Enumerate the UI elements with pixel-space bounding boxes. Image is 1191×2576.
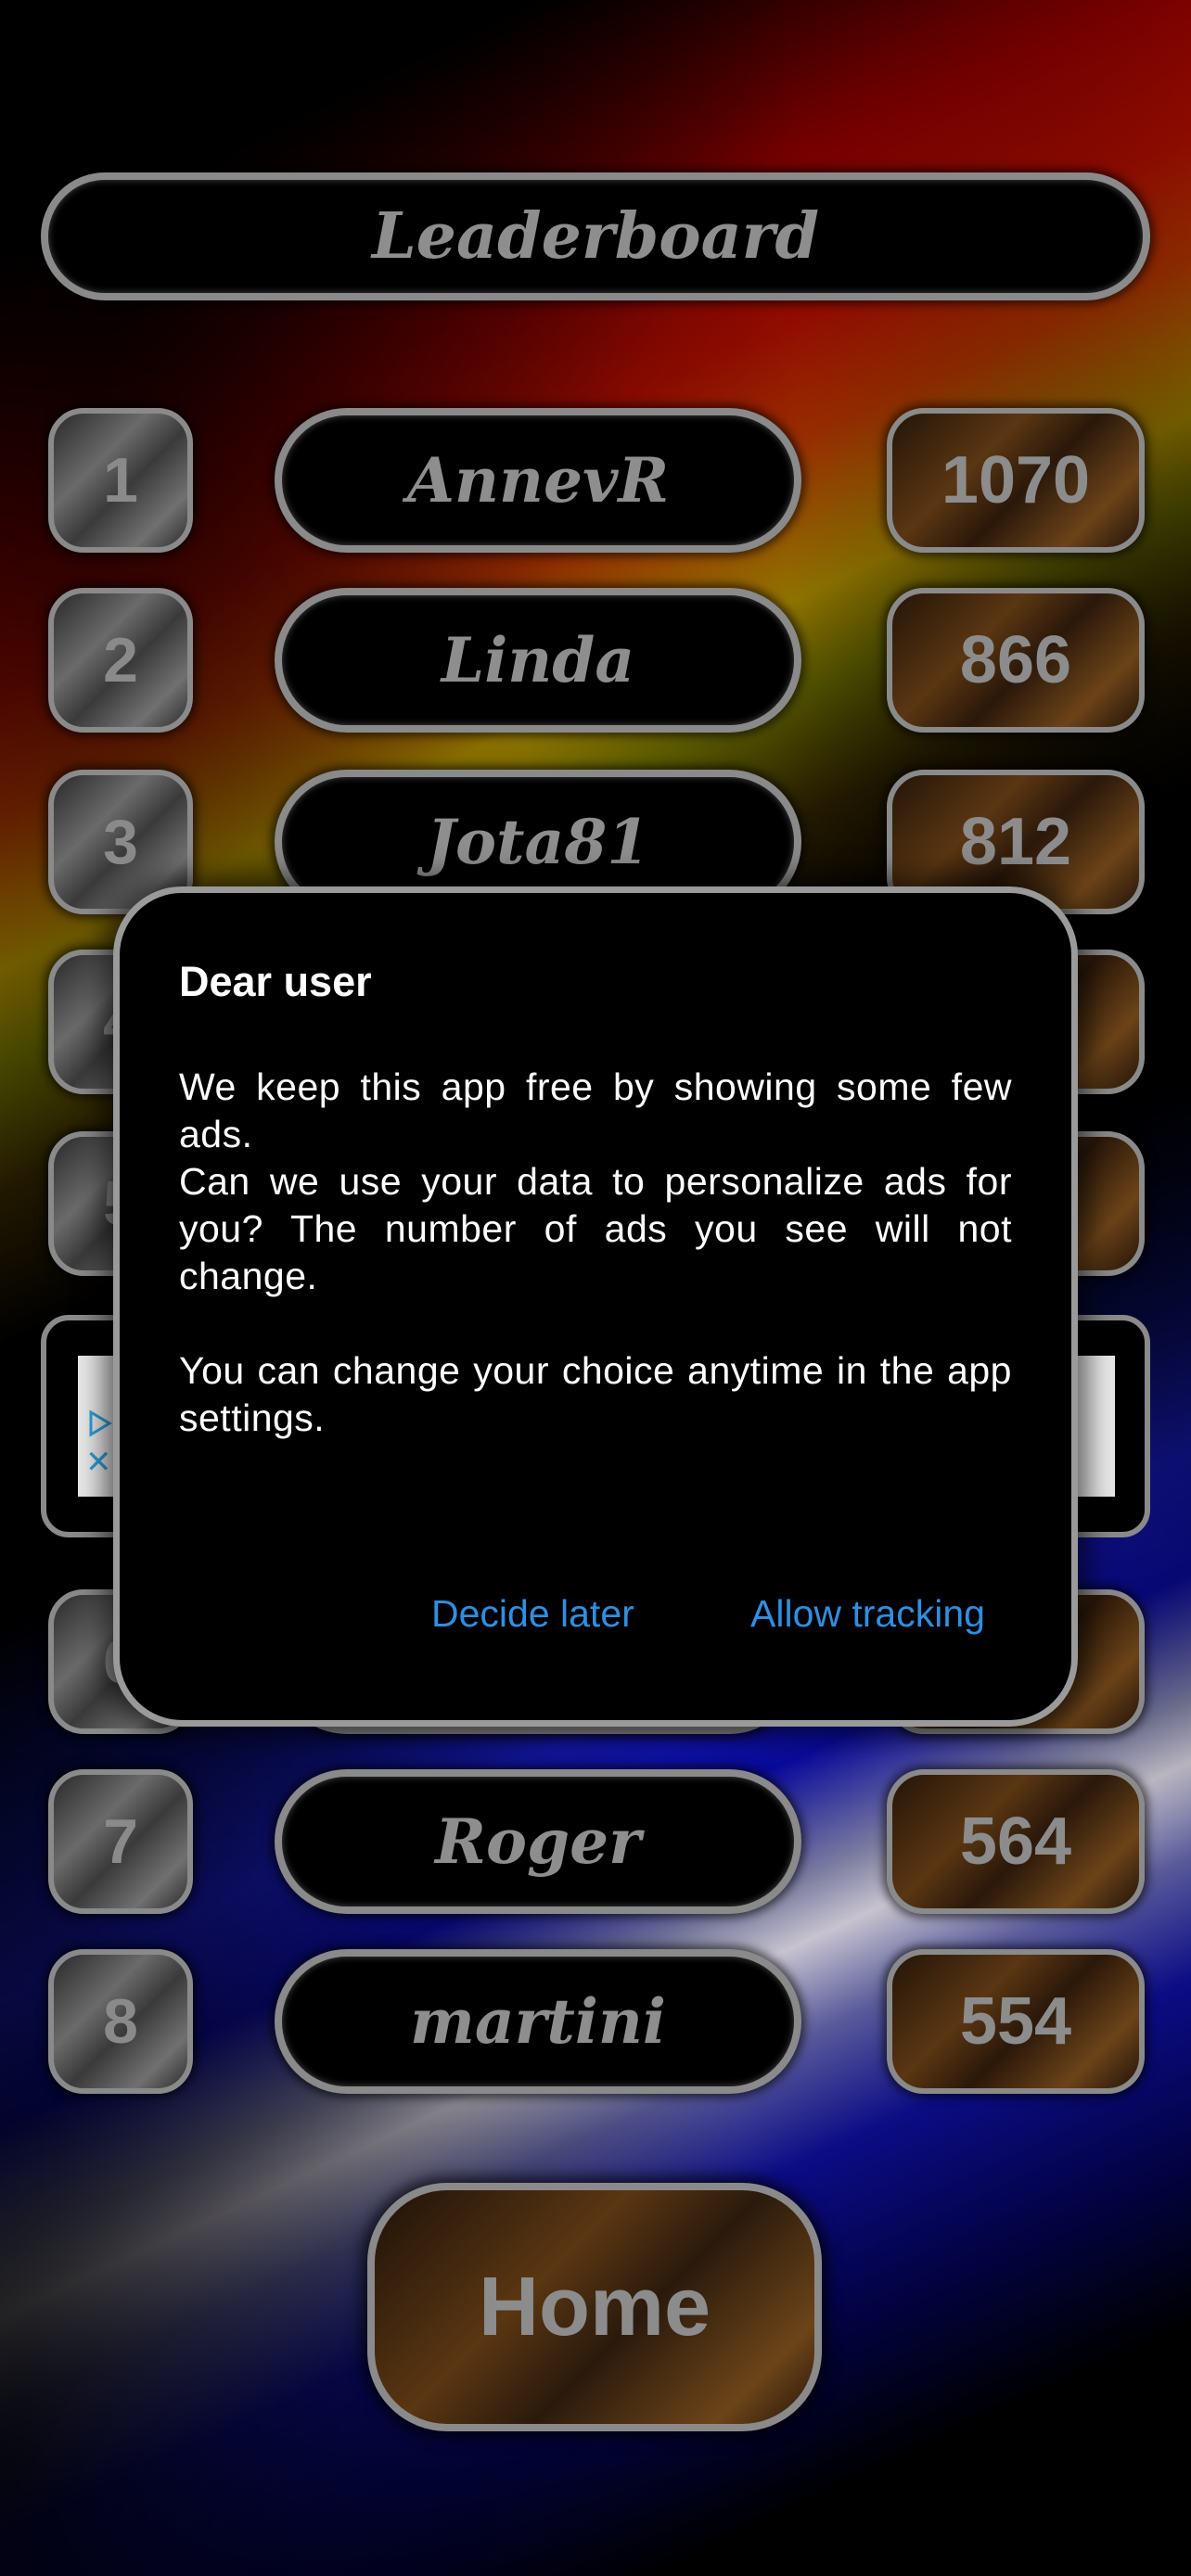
dialog-paragraph: You can change your choice anytime in th… [179,1349,1012,1439]
rank-badge: 8 [48,1949,193,2094]
player-name: martini [275,1949,801,2094]
player-score: 866 [887,588,1145,733]
decide-later-button[interactable]: Decide later [431,1592,634,1636]
player-score: 1070 [887,408,1145,553]
player-name: Roger [275,1769,801,1914]
ad-close-icon[interactable]: ✕ [85,1445,113,1480]
rank-badge: 2 [48,588,193,733]
player-name: AnnevR [275,408,801,553]
player-score: 564 [887,1769,1145,1914]
dialog-paragraph: We keep this app free by showing some fe… [179,1065,1012,1155]
page-title: Leaderboard [41,172,1150,300]
dialog-title: Dear user [179,958,372,1005]
allow-tracking-button[interactable]: Allow tracking [750,1592,985,1636]
rank-badge: 1 [48,408,193,553]
rank-badge: 7 [48,1769,193,1914]
dialog-message: We keep this app free by showing some fe… [179,1064,1012,1442]
player-score: 554 [887,1949,1145,2094]
player-name: Linda [275,588,801,733]
adchoices-icon[interactable]: ✕ [85,1409,113,1480]
adchoices-icon-glyph [89,1409,112,1437]
dialog-paragraph: Can we use your data to personalize ads … [179,1160,1012,1297]
tracking-consent-dialog: Dear user We keep this app free by showi… [113,886,1078,1727]
home-button[interactable]: Home [367,2183,822,2431]
